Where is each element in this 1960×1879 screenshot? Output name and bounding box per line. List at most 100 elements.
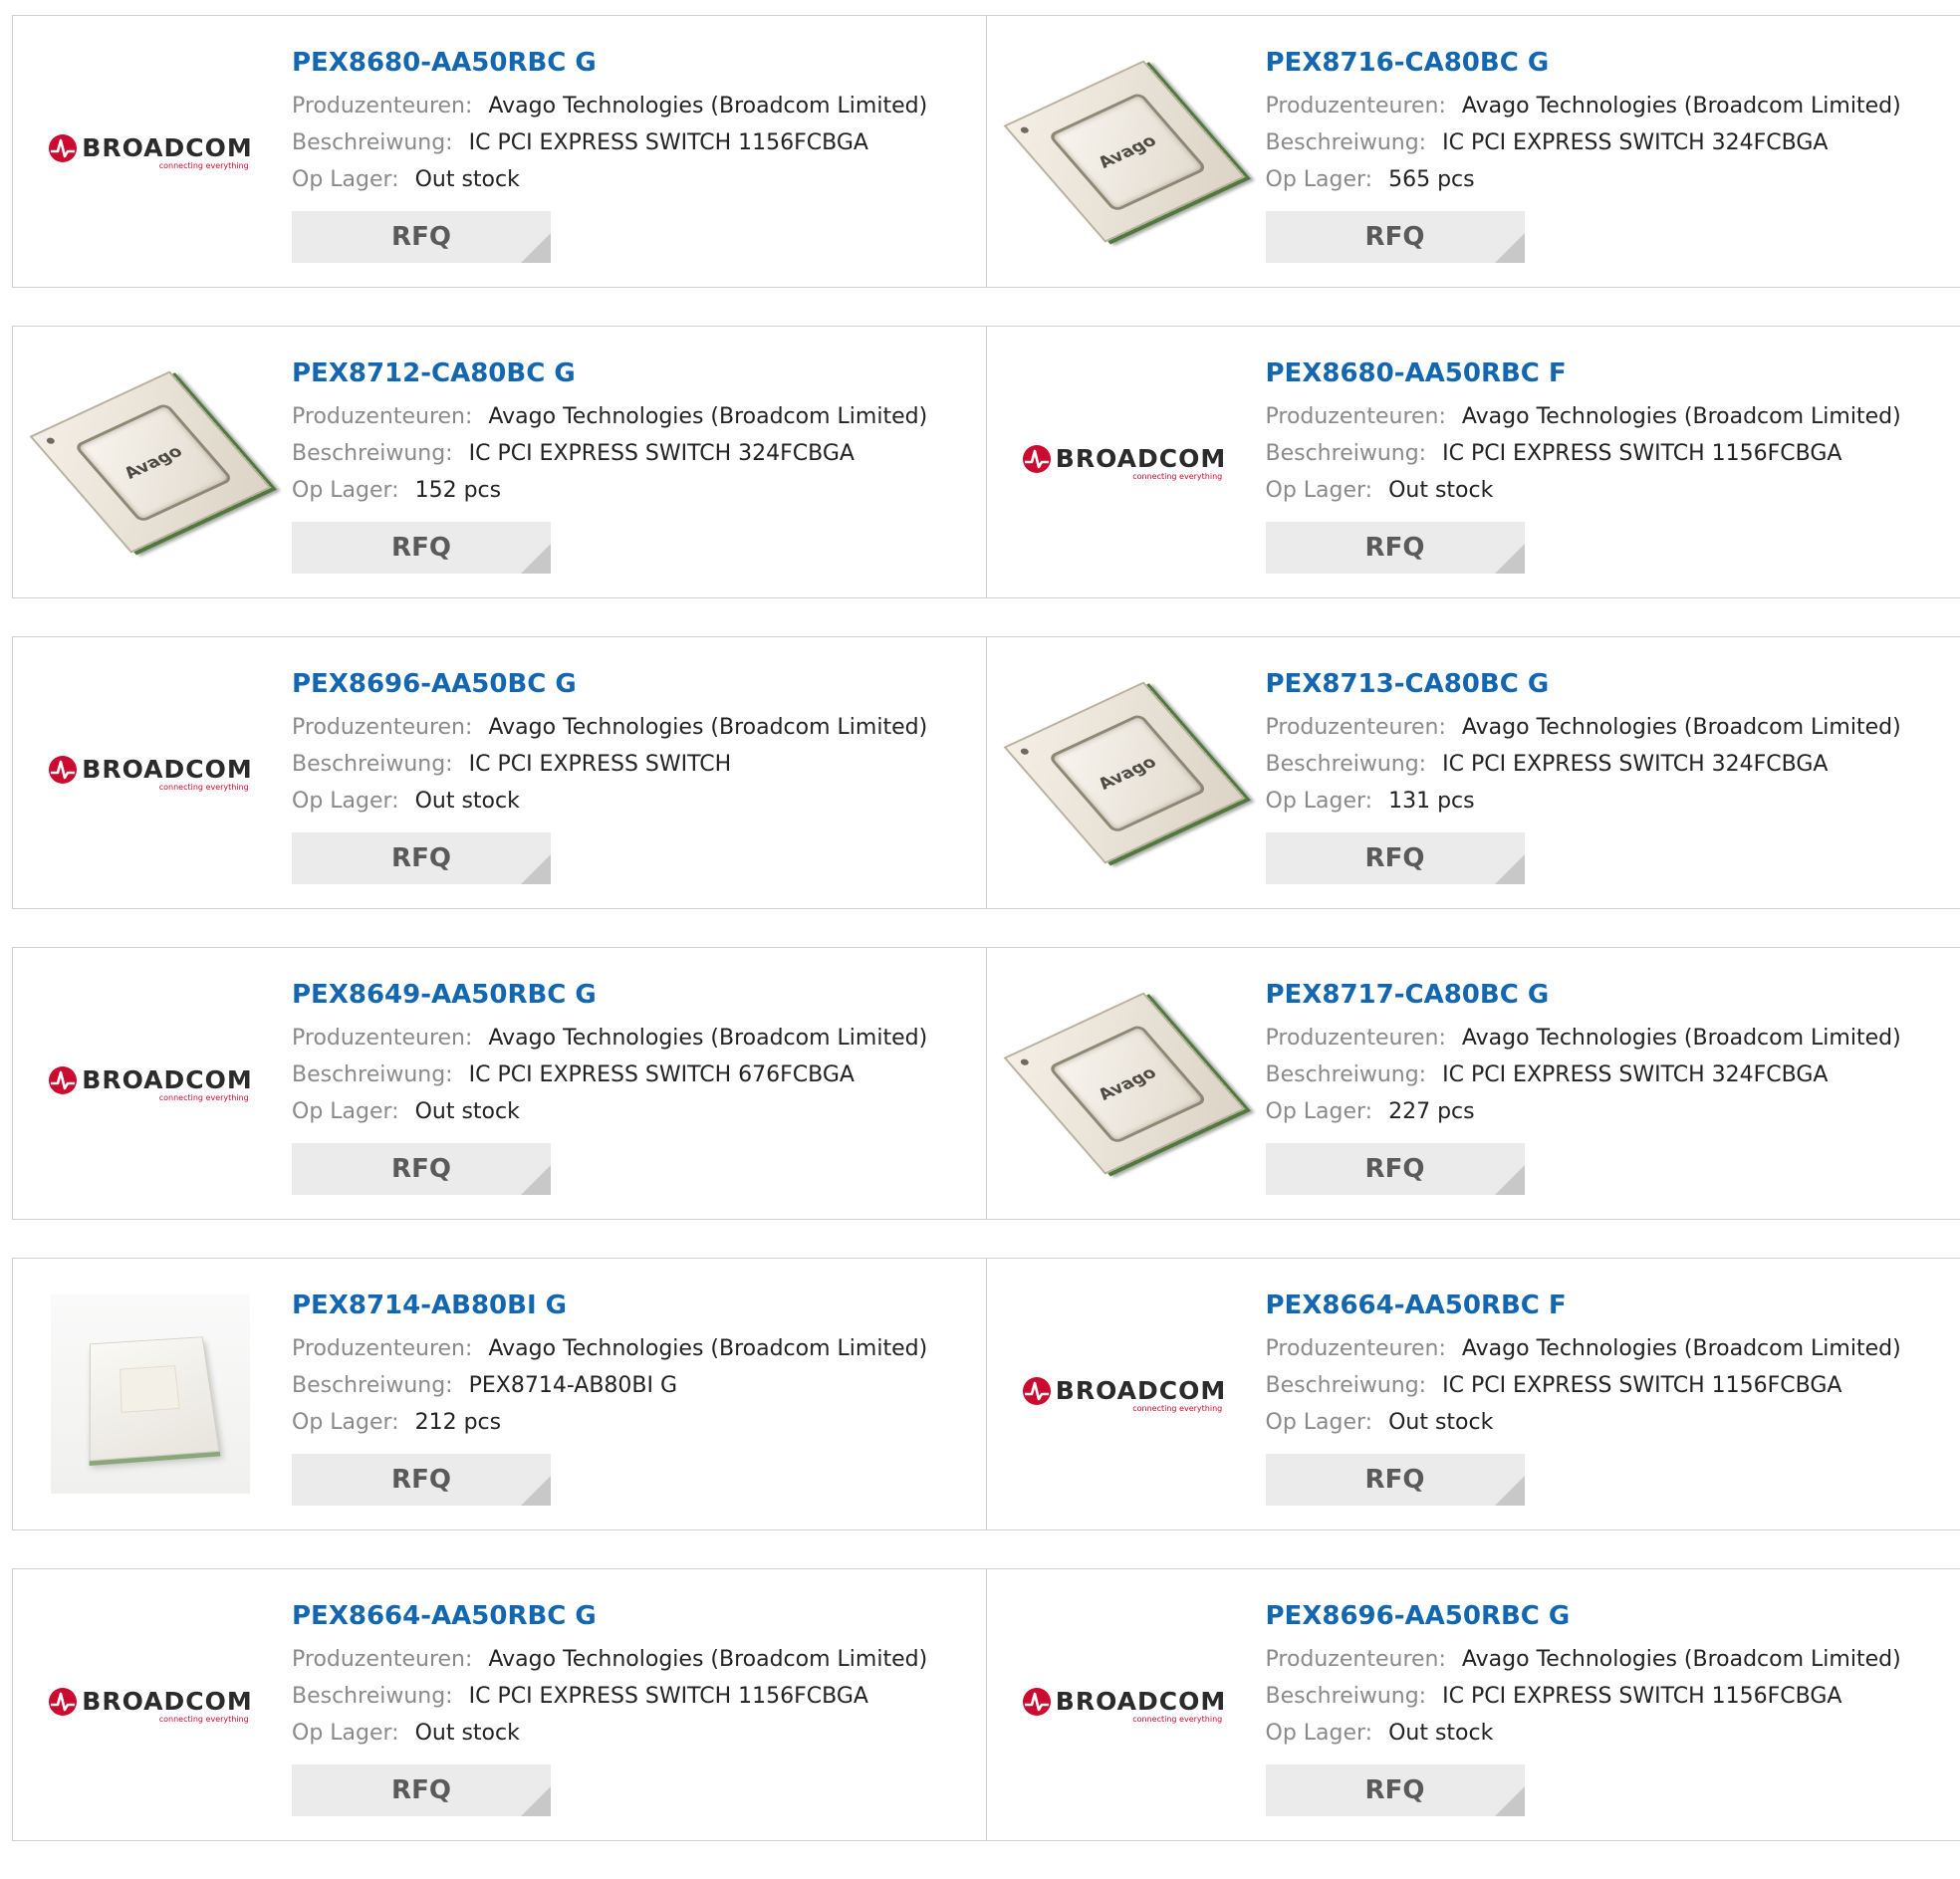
broadcom-tagline: connecting everything: [1132, 1404, 1222, 1413]
part-number-link[interactable]: PEX8713-CA80BC G: [1266, 667, 1901, 701]
description-line: Beschreiwung:IC PCI EXPRESS SWITCH: [292, 746, 927, 783]
description-label: Beschreiwung:: [1266, 752, 1427, 777]
part-number-link[interactable]: PEX8714-AB80BI G: [292, 1289, 927, 1322]
part-number-link[interactable]: PEX8712-CA80BC G: [292, 356, 927, 390]
part-number-link[interactable]: PEX8664-AA50RBC G: [292, 1599, 927, 1633]
product-info: PEX8680-AA50RBC FProduzenteuren:Avago Te…: [1266, 356, 1901, 574]
manufacturer-line: Produzenteuren: Avago Technologies (Broad…: [1266, 1641, 1901, 1678]
description-value: IC PCI EXPRESS SWITCH 1156FCBGA: [1442, 441, 1841, 466]
part-number-link[interactable]: PEX8680-AA50RBC G: [292, 46, 927, 80]
part-number-link[interactable]: PEX8716-CA80BC G: [1266, 46, 1901, 80]
description-value: IC PCI EXPRESS SWITCH 676FCBGA: [469, 1062, 855, 1087]
stock-label: Op Lager:: [1266, 478, 1373, 503]
manufacturer-line: Produzenteuren:Avago Technologies (Broad…: [292, 398, 927, 435]
product-info: PEX8664-AA50RBC FProduzenteuren:Avago Te…: [1266, 1289, 1901, 1506]
part-number-link[interactable]: PEX8680-AA50RBC F: [1266, 356, 1901, 390]
stock-label: Op Lager:: [292, 478, 399, 503]
broadcom-logo[interactable]: BROADCOMconnecting everything: [51, 52, 250, 251]
corner-triangle-icon: [1495, 1786, 1525, 1816]
manufacturer-value: Avago Technologies (Broadcom Limited): [1462, 1026, 1901, 1051]
product-card: AvagoPEX8716-CA80BC GProduzenteuren:Avag…: [987, 16, 1960, 287]
rfq-button[interactable]: RFQ: [1266, 1764, 1525, 1816]
product-card: BROADCOMconnecting everythingPEX8664-AA5…: [987, 1259, 1960, 1529]
rfq-button[interactable]: RFQ: [292, 211, 551, 263]
avago-label: Avago: [1047, 1024, 1207, 1144]
stock-line: Op Lager:565 pcs: [1266, 161, 1901, 198]
broadcom-logo-mark: BROADCOMconnecting everything: [48, 1065, 252, 1102]
manufacturer-value: Avago Technologies (Broadcom Limited): [488, 94, 927, 118]
manufacturer-label: Produzenteuren:: [292, 1026, 472, 1051]
broadcom-pulse-icon: [1022, 444, 1052, 474]
broadcom-logo[interactable]: BROADCOMconnecting everything: [51, 1605, 250, 1804]
description-value: IC PCI EXPRESS SWITCH 324FCBGA: [469, 441, 855, 466]
broadcom-pulse-icon: [1022, 1687, 1052, 1717]
description-line: Beschreiwung:PEX8714-AB80BI G: [292, 1367, 927, 1404]
stock-label: Op Lager:: [292, 1099, 399, 1124]
manufacturer-value: Avago Technologies (Broadcom Limited): [1462, 1647, 1901, 1672]
corner-triangle-icon: [1495, 854, 1525, 884]
corner-triangle-icon: [521, 854, 551, 884]
rfq-button[interactable]: RFQ: [292, 1454, 551, 1506]
rfq-button[interactable]: RFQ: [292, 1764, 551, 1816]
broadcom-wordmark: BROADCOM: [82, 133, 252, 162]
avago-chip-image[interactable]: Avago: [1025, 984, 1224, 1183]
corner-triangle-icon: [521, 1786, 551, 1816]
manufacturer-value: Avago Technologies (Broadcom Limited): [1462, 1336, 1901, 1361]
broadcom-tagline: connecting everything: [159, 1093, 249, 1102]
stock-line: Op Lager:131 pcs: [1266, 783, 1901, 820]
rfq-button[interactable]: RFQ: [1266, 211, 1525, 263]
broadcom-logo[interactable]: BROADCOMconnecting everything: [1025, 1605, 1224, 1804]
manufacturer-line: Produzenteuren:Avago Technologies (Broad…: [292, 1641, 927, 1678]
stock-line: Op Lager:Out stock: [1266, 1715, 1901, 1752]
rfq-button[interactable]: RFQ: [1266, 522, 1525, 574]
avago-chip-image[interactable]: Avago: [1025, 673, 1224, 872]
corner-triangle-icon: [1495, 1476, 1525, 1506]
broadcom-tagline: connecting everything: [1132, 472, 1222, 481]
manufacturer-label: Produzenteuren:: [1266, 1647, 1446, 1672]
description-value: IC PCI EXPRESS SWITCH 324FCBGA: [1442, 130, 1828, 155]
description-value: IC PCI EXPRESS SWITCH 1156FCBGA: [1442, 1684, 1841, 1709]
part-number-link[interactable]: PEX8649-AA50RBC G: [292, 978, 927, 1012]
rfq-button[interactable]: RFQ: [292, 1143, 551, 1195]
rfq-button[interactable]: RFQ: [1266, 1454, 1525, 1506]
broadcom-logo[interactable]: BROADCOMconnecting everything: [1025, 362, 1224, 562]
avago-chip-image[interactable]: Avago: [1025, 52, 1224, 251]
rfq-button[interactable]: RFQ: [1266, 1143, 1525, 1195]
broadcom-pulse-icon: [48, 1065, 78, 1095]
stock-label: Op Lager:: [1266, 789, 1373, 814]
stock-value: Out stock: [1388, 1721, 1493, 1746]
rfq-button[interactable]: RFQ: [292, 522, 551, 574]
broadcom-tagline: connecting everything: [159, 161, 249, 170]
description-label: Beschreiwung:: [1266, 441, 1427, 466]
description-value: IC PCI EXPRESS SWITCH 1156FCBGA: [469, 1684, 868, 1709]
description-label: Beschreiwung:: [292, 1373, 453, 1398]
manufacturer-label: Produzenteuren:: [1266, 404, 1446, 429]
manufacturer-label: Produzenteuren:: [1266, 1026, 1446, 1051]
stock-value: 565 pcs: [1388, 167, 1475, 192]
stock-label: Op Lager:: [292, 1410, 399, 1435]
rfq-button-label: RFQ: [391, 222, 451, 252]
manufacturer-line: Produzenteuren:Avago Technologies (Broad…: [292, 709, 927, 746]
description-label: Beschreiwung:: [292, 130, 453, 155]
product-card: BROADCOMconnecting everything PEX8680-AA5…: [13, 16, 987, 287]
rfq-button[interactable]: RFQ: [292, 832, 551, 884]
broadcom-logo[interactable]: BROADCOMconnecting everything: [51, 673, 250, 872]
manufacturer-label: Produzenteuren:: [292, 94, 472, 118]
stock-line: Op Lager:152 pcs: [292, 472, 927, 509]
broadcom-logo[interactable]: BROADCOMconnecting everything: [51, 984, 250, 1183]
part-number-link[interactable]: PEX8696-AA50RBC G: [1266, 1599, 1901, 1633]
manufacturer-value: Avago Technologies (Broadcom Limited): [488, 1647, 927, 1672]
avago-chip-image[interactable]: Avago: [51, 362, 250, 562]
stock-line: Op Lager:Out stock: [292, 1715, 927, 1752]
manufacturer-label: Produzenteuren:: [292, 715, 472, 740]
part-number-link[interactable]: PEX8717-CA80BC G: [1266, 978, 1901, 1012]
broadcom-logo[interactable]: BROADCOMconnecting everything: [1025, 1294, 1224, 1494]
stock-value: Out stock: [1388, 478, 1493, 503]
chip-package: Avago: [30, 370, 272, 553]
part-number-link[interactable]: PEX8696-AA50BC G: [292, 667, 927, 701]
rfq-button-label: RFQ: [391, 843, 451, 873]
rfq-button-label: RFQ: [391, 1775, 451, 1805]
white-chip-image[interactable]: [51, 1294, 250, 1494]
rfq-button[interactable]: RFQ: [1266, 832, 1525, 884]
part-number-link[interactable]: PEX8664-AA50RBC F: [1266, 1289, 1901, 1322]
